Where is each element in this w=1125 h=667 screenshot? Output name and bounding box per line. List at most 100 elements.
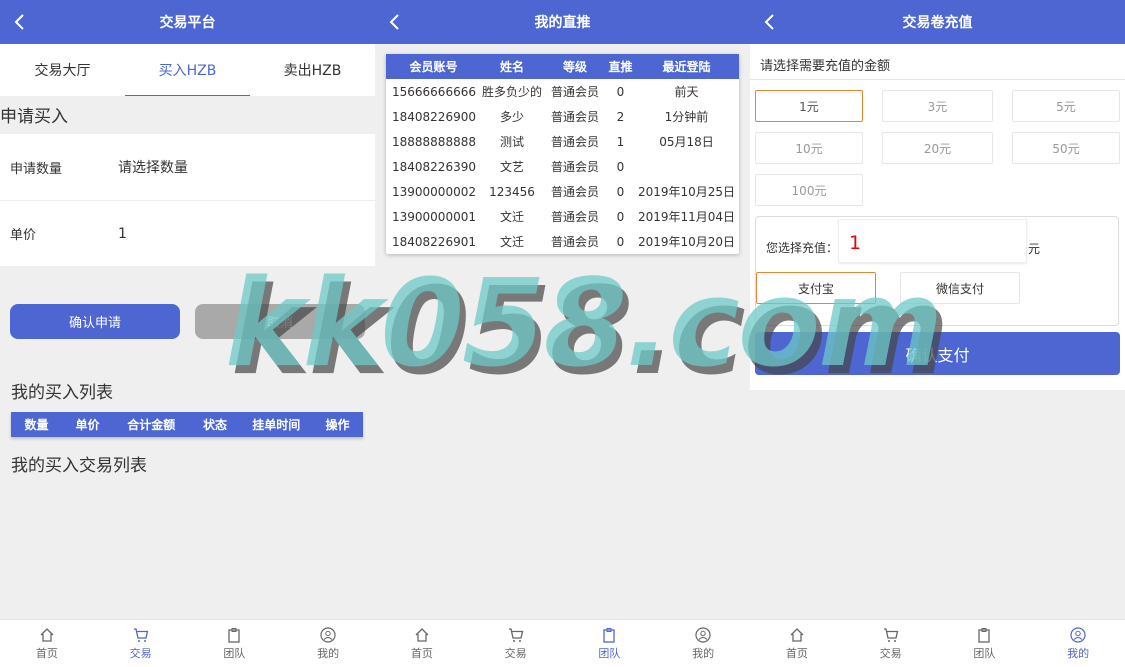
header: 我的直推 <box>375 0 750 44</box>
nav-home[interactable]: 首页 <box>750 620 844 667</box>
table-cell: 1 <box>616 134 625 149</box>
alipay-button[interactable]: 支付宝 <box>756 272 876 304</box>
cancel-button[interactable]: 取消 <box>195 304 365 339</box>
amount-option[interactable]: 1元 <box>755 90 863 122</box>
table-cell: 0 <box>616 184 625 199</box>
nav-home[interactable]: 首页 <box>0 620 94 667</box>
table-cell: 文迁 <box>499 210 524 224</box>
bottom-nav: 首页 交易 团队 我的 <box>375 619 750 667</box>
apply-title: 申请买入 <box>0 107 68 127</box>
user-icon <box>1070 626 1086 643</box>
tab-hall[interactable]: 交易大厅 <box>0 44 125 96</box>
table-cell: 2019年11月04日 <box>637 210 736 224</box>
amount-option[interactable]: 10元 <box>755 132 863 164</box>
amount-option[interactable]: 3元 <box>882 90 993 122</box>
confirm-apply-button[interactable]: 确认申请 <box>10 304 180 339</box>
col-status: 状态 <box>203 418 228 432</box>
nav-mine[interactable]: 我的 <box>656 620 750 667</box>
nav-trade[interactable]: 交易 <box>94 620 188 667</box>
col-action: 操作 <box>325 418 350 432</box>
table-cell: 0 <box>616 84 625 99</box>
nav-trade[interactable]: 交易 <box>469 620 563 667</box>
nav-trade[interactable]: 交易 <box>844 620 938 667</box>
trade-platform-screen: 交易平台 交易大厅 买入HZB 卖出HZB 申请买入 申请数量 请选择数量 单价… <box>0 0 375 667</box>
table-row: 13900000001 文迁 普通会员 0 2019年11月04日 <box>386 204 739 229</box>
table-cell: 13900000002 <box>392 184 476 199</box>
page-title: 交易平台 <box>159 15 216 31</box>
col-total: 合计金额 <box>127 418 176 432</box>
amount-option[interactable]: 5元 <box>1012 90 1120 122</box>
user-icon <box>320 626 336 643</box>
confirm-pay-button[interactable]: 确认支付 <box>755 332 1120 375</box>
table-row: 18408226901 文迁 普通会员 0 2019年10月20日 <box>386 229 739 254</box>
table-cell: 0 <box>616 209 625 224</box>
col-time: 挂单时间 <box>252 418 301 432</box>
wechat-pay-button[interactable]: 微信支付 <box>900 272 1020 304</box>
table-cell: 2019年10月20日 <box>637 235 736 249</box>
table-cell: 前天 <box>674 85 699 99</box>
table-cell: 文迁 <box>499 235 524 249</box>
amount-option[interactable]: 50元 <box>1012 132 1120 164</box>
cart-icon <box>883 627 898 642</box>
table-cell: 普通会员 <box>550 160 599 174</box>
home-icon <box>790 627 804 642</box>
table-row: 15666666666 胜多负少的 普通会员 0 前天 <box>386 79 739 104</box>
clipboard-icon <box>228 627 241 643</box>
table-row: 13900000002 123456 普通会员 0 2019年10月25日 <box>386 179 739 204</box>
back-icon[interactable] <box>10 12 30 32</box>
apply-form: 申请数量 请选择数量 单价 1 <box>0 134 375 266</box>
tab-bar: 交易大厅 买入HZB 卖出HZB <box>0 44 375 96</box>
table-cell: 18408226390 <box>392 159 476 174</box>
amount-input[interactable]: 1 <box>838 219 1027 263</box>
clipboard-icon <box>978 627 991 643</box>
qty-label: 申请数量 <box>10 161 63 177</box>
price-value: 1 <box>118 225 127 242</box>
nav-team[interactable]: 团队 <box>938 620 1032 667</box>
back-icon[interactable] <box>760 12 780 32</box>
cart-icon <box>133 627 148 642</box>
nav-mine[interactable]: 我的 <box>281 620 375 667</box>
nav-team[interactable]: 团队 <box>188 620 282 667</box>
table-cell: 多少 <box>499 110 524 124</box>
table-cell: 05月18日 <box>659 135 714 149</box>
table-header: 会员账号 姓名 等级 直推 最近登陆 <box>386 54 739 79</box>
cart-icon <box>508 627 523 642</box>
payment-box: 您选择充值： 1 元 支付宝 微信支付 <box>755 216 1119 326</box>
nav-mine[interactable]: 我的 <box>1031 620 1125 667</box>
qty-select[interactable]: 请选择数量 <box>118 157 188 177</box>
header: 交易卷充值 <box>750 0 1125 44</box>
page-title: 交易卷充值 <box>902 15 973 31</box>
table-row: 18408226390 文艺 普通会员 0 <box>386 154 739 179</box>
home-icon <box>415 627 429 642</box>
col-price: 单价 <box>75 418 100 432</box>
price-label: 单价 <box>10 228 37 243</box>
bottom-nav: 首页 交易 团队 我的 <box>0 619 375 667</box>
bottom-nav: 首页 交易 团队 我的 <box>750 619 1125 667</box>
back-icon[interactable] <box>385 12 405 32</box>
amount-option[interactable]: 20元 <box>882 132 993 164</box>
nav-home[interactable]: 首页 <box>375 620 469 667</box>
table-cell: 2019年10月25日 <box>637 185 736 199</box>
table-cell: 15666666666 <box>392 84 476 99</box>
unit-label: 元 <box>1028 242 1041 256</box>
table-cell: 文艺 <box>499 160 524 174</box>
nav-team[interactable]: 团队 <box>563 620 657 667</box>
buy-list-title: 我的买入列表 <box>11 383 113 403</box>
table-cell: 普通会员 <box>550 110 599 124</box>
header: 交易平台 <box>0 0 375 44</box>
table-cell: 普通会员 <box>550 210 599 224</box>
table-cell: 123456 <box>489 184 535 199</box>
table-cell: 普通会员 <box>550 85 599 99</box>
tab-buy[interactable]: 买入HZB <box>125 44 250 96</box>
selected-label: 您选择充值： <box>766 241 839 255</box>
table-cell: 普通会员 <box>550 135 599 149</box>
col-qty: 数量 <box>24 418 49 432</box>
buy-list-header: 数量 单价 合计金额 状态 挂单时间 操作 <box>11 412 363 437</box>
table-cell: 18888888888 <box>392 134 476 149</box>
amount-option[interactable]: 100元 <box>755 174 863 206</box>
recharge-prompt: 请选择需要充值的金额 <box>750 44 1125 80</box>
tab-sell[interactable]: 卖出HZB <box>250 44 375 96</box>
table-cell: 1分钟前 <box>664 110 709 124</box>
referral-table: 会员账号 姓名 等级 直推 最近登陆 15666666666 胜多负少的 普通会员 0… <box>386 54 739 254</box>
table-cell: 胜多负少的 <box>481 85 542 99</box>
